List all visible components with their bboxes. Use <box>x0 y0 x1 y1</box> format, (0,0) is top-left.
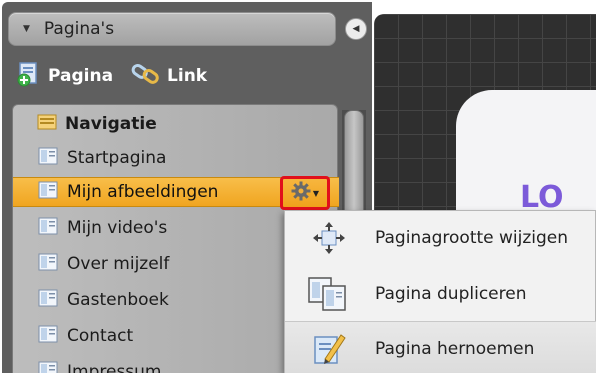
page-item-label: Contact <box>67 326 134 346</box>
page-icon <box>37 252 59 277</box>
page-item-label: Impressum <box>67 362 162 373</box>
page-options-button[interactable]: ▼ <box>280 176 330 210</box>
menu-item-label: Pagina dupliceren <box>375 284 527 304</box>
navigation-heading[interactable]: Navigatie <box>13 109 339 139</box>
add-link-label: Link <box>167 66 208 86</box>
navigation-heading-label: Navigatie <box>65 114 157 134</box>
add-page-icon <box>16 61 42 92</box>
page-item-label: Mijn afbeeldingen <box>67 182 219 202</box>
page-item-label: Startpagina <box>67 148 167 168</box>
menu-item-resize-page[interactable]: Paginagrootte wijzigen <box>285 211 596 265</box>
page-options-menu: Paginagrootte wijzigen Pagina dupliceren <box>284 210 596 373</box>
add-page-label: Pagina <box>48 66 114 86</box>
pages-panel-header[interactable]: ▼ Pagina's <box>8 12 336 46</box>
page-item-label: Over mijzelf <box>67 254 170 274</box>
menu-item-label: Pagina hernoemen <box>375 338 535 359</box>
menu-item-duplicate-page[interactable]: Pagina dupliceren <box>285 267 596 321</box>
menu-item-rename-page[interactable]: Pagina hernoemen <box>285 321 596 373</box>
navigation-folder-icon <box>37 113 57 136</box>
menu-item-label: Paginagrootte wijzigen <box>375 228 569 248</box>
chevron-down-icon: ▼ <box>23 24 30 34</box>
page-icon <box>37 288 59 313</box>
pages-panel-title: Pagina's <box>43 19 115 39</box>
collapse-panel-button[interactable]: ◀ <box>345 18 367 40</box>
link-icon <box>131 61 161 92</box>
add-page-button[interactable]: Pagina <box>16 61 113 92</box>
page-item-label: Mijn video's <box>67 218 168 238</box>
website-builder-window: ▼ Pagina's ◀ Pagina Link Navigatie Start… <box>0 0 596 373</box>
page-icon <box>37 180 59 205</box>
add-link-button[interactable]: Link <box>131 61 207 92</box>
add-toolbar: Pagina Link <box>16 60 225 92</box>
duplicate-icon <box>303 276 355 312</box>
page-item-label: Gastenboek <box>67 290 169 310</box>
page-icon <box>37 360 59 373</box>
page-icon <box>37 146 59 171</box>
gear-icon <box>291 181 311 205</box>
page-icon <box>37 324 59 349</box>
resize-icon <box>303 221 355 255</box>
dropdown-arrow-icon: ▼ <box>312 188 320 198</box>
rename-icon <box>303 331 355 367</box>
page-item-startpagina[interactable]: Startpagina <box>13 143 339 173</box>
chevron-left-icon: ◀ <box>352 24 360 34</box>
page-icon <box>37 216 59 241</box>
